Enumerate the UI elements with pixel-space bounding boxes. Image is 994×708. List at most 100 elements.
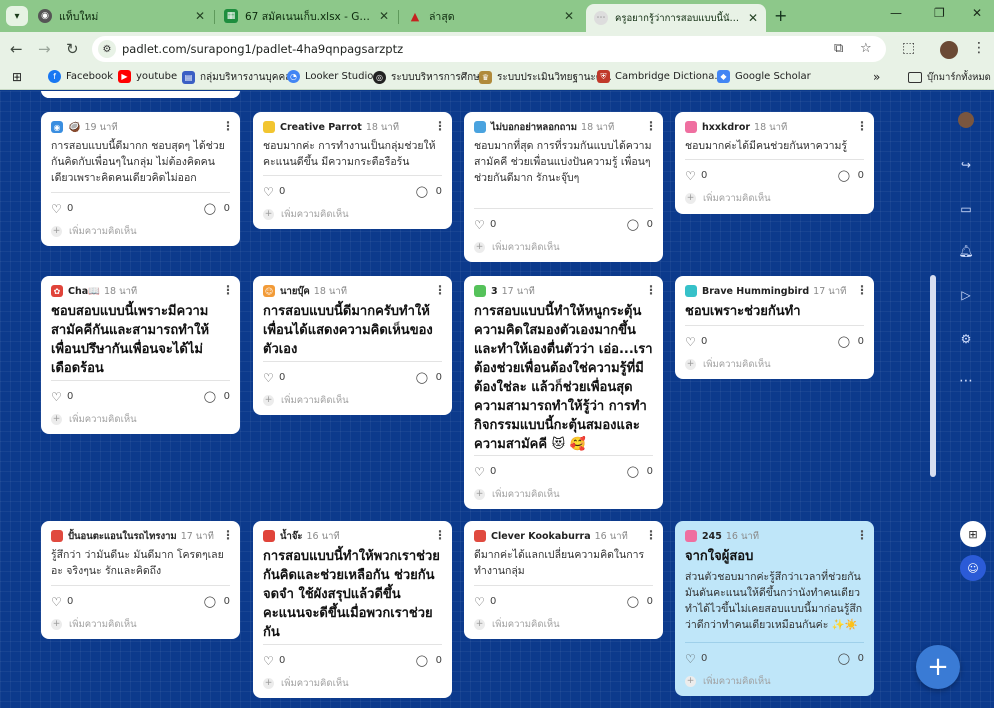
scrollbar-thumb[interactable] — [930, 275, 936, 477]
more-bookmarks-button[interactable]: » — [873, 70, 880, 84]
minimize-button[interactable]: — — [890, 6, 902, 20]
add-comment-field[interactable]: + เพิ่มความคิดเห็น — [263, 394, 442, 406]
post-card[interactable]: ไม่บอกอย่าหลอกถาม 18 นาที ⋮ ชอบมากที่สุด … — [464, 112, 663, 262]
add-comment-field[interactable]: + เพิ่มความคิดเห็น — [51, 413, 230, 425]
bookmark-hr-group[interactable]: ▤ กลุ่มบริหารงานบุคคล — [182, 70, 291, 85]
bookmark-youtube[interactable]: ▶ youtube — [118, 70, 177, 83]
close-icon[interactable]: ✕ — [195, 9, 205, 23]
comment-icon[interactable]: ◯ — [204, 595, 216, 608]
comment-icon[interactable]: ◯ — [838, 169, 850, 182]
apps-icon[interactable]: ⊞ — [12, 70, 22, 84]
post-menu-button[interactable]: ⋮ — [222, 528, 234, 542]
heart-icon[interactable]: ♡ — [474, 465, 485, 479]
comment-icon[interactable]: ◯ — [838, 652, 850, 665]
bell-icon[interactable]: 🔔︎ — [956, 241, 976, 261]
bookmark-looker-studio[interactable]: ◔ Looker Studio — [287, 70, 373, 83]
add-comment-field[interactable]: + เพิ่มความคิดเห็น — [51, 225, 230, 237]
heart-icon[interactable]: ♡ — [685, 652, 696, 666]
post-menu-button[interactable]: ⋮ — [434, 119, 446, 133]
heart-icon[interactable]: ♡ — [474, 595, 485, 609]
tab-drive-recent[interactable]: ▲ ล่าสุด ✕ — [400, 4, 582, 28]
close-icon[interactable]: ✕ — [748, 11, 758, 25]
post-card[interactable]: Brave Hummingbird 17 นาที ⋮ ชอบเพราะช่วยก… — [675, 276, 874, 379]
close-window-button[interactable]: ✕ — [972, 6, 982, 20]
heart-icon[interactable]: ♡ — [685, 335, 696, 349]
bookmark-facebook[interactable]: f Facebook — [48, 70, 113, 83]
comment-icon[interactable]: ◯ — [204, 202, 216, 215]
restore-button[interactable]: ❐ — [934, 6, 945, 20]
share-icon[interactable]: ↪ — [956, 155, 976, 175]
user-avatar[interactable] — [958, 112, 974, 128]
post-menu-button[interactable]: ⋮ — [434, 283, 446, 297]
new-tab-button[interactable]: + — [774, 6, 787, 25]
tab-google-sheets[interactable]: ▦ 67 สมัคเนนเก็บ.xlsx - Google ชีต ✕ — [216, 4, 397, 28]
reload-button[interactable]: ↻ — [66, 40, 79, 58]
bookmark-cambridge[interactable]: ⛨ Cambridge Dictiona... — [597, 70, 724, 83]
post-card[interactable]: ปั้นอนตะแอนในรถไทรงาม 17 นาที ⋮ รู้สึกว่า… — [41, 521, 240, 639]
comment-icon[interactable]: ◯ — [627, 595, 639, 608]
comment-icon[interactable]: ◯ — [416, 654, 428, 667]
bookmark-google-scholar[interactable]: ◆ Google Scholar — [717, 70, 811, 83]
all-bookmarks-button[interactable]: บุ๊กมาร์กทั้งหมด — [908, 70, 991, 85]
back-button[interactable]: ← — [10, 40, 23, 58]
post-menu-button[interactable]: ⋮ — [856, 528, 868, 542]
close-icon[interactable]: ✕ — [564, 9, 574, 23]
address-url[interactable]: padlet.com/surapong1/padlet-4ha9qnpagsar… — [122, 42, 403, 56]
comment-icon[interactable]: ◯ — [627, 465, 639, 478]
comment-icon[interactable]: ◯ — [416, 185, 428, 198]
post-card[interactable]: hxxkdror 18 นาที ⋮ ชอบมากค่ะได้มีคนช่วยกั… — [675, 112, 874, 214]
close-icon[interactable]: ✕ — [379, 9, 389, 23]
tab-new-tab[interactable]: ◉ แท็บใหม่ ✕ — [30, 4, 213, 28]
tab-padlet[interactable]: ⋯ ครูอยากรู้ว่าการสอบแบบนี้นักเรียนรู้สึ… — [586, 4, 766, 32]
comment-icon[interactable]: ◯ — [627, 218, 639, 231]
heart-icon[interactable]: ♡ — [51, 595, 62, 609]
post-menu-button[interactable]: ⋮ — [645, 528, 657, 542]
add-comment-field[interactable]: + เพิ่มความคิดเห็น — [263, 677, 442, 689]
add-comment-field[interactable]: + เพิ่มความคิดเห็น — [474, 618, 653, 630]
heart-icon[interactable]: ♡ — [51, 202, 62, 216]
post-menu-button[interactable]: ⋮ — [856, 283, 868, 297]
post-menu-button[interactable]: ⋮ — [856, 119, 868, 133]
profile-avatar[interactable] — [940, 41, 958, 59]
add-comment-field[interactable]: + เพิ่มความคิดเห็น — [474, 241, 653, 253]
add-post-button[interactable]: + — [916, 645, 960, 689]
heart-icon[interactable]: ♡ — [263, 371, 274, 385]
post-card[interactable]: Clever Kookaburra 16 นาที ⋮ ดีมากค่ะได้แล… — [464, 521, 663, 639]
post-card[interactable]: 245 16 นาที ⋮ จากใจผู้สอบ ส่วนตัวชอบมากค่… — [675, 521, 874, 696]
add-comment-field[interactable]: + เพิ่มความคิดเห็น — [685, 358, 864, 370]
more-options-icon[interactable]: ⋯ — [956, 371, 976, 391]
add-comment-field[interactable]: + เพิ่มความคิดเห็น — [474, 488, 653, 500]
apps-grid-icon[interactable]: ⊞ — [960, 521, 986, 547]
comment-icon[interactable]: ◯ — [204, 390, 216, 403]
address-bar[interactable]: ⚙ padlet.com/surapong1/padlet-4ha9qnpags… — [92, 36, 886, 62]
menu-icon[interactable]: ⋮ — [972, 40, 986, 56]
install-app-icon[interactable]: ⧉ — [834, 41, 843, 56]
post-card[interactable]: Creative Parrot 18 นาที ⋮ ชอบมากค่ะ การทำ… — [253, 112, 452, 229]
post-card-partial[interactable] — [41, 91, 240, 98]
add-comment-field[interactable]: + เพิ่มความคิดเห็น — [685, 192, 864, 204]
post-menu-button[interactable]: ⋮ — [645, 283, 657, 297]
bookmark-assessment[interactable]: ♛ ระบบประเมินวิทยฐานะดิ... — [479, 70, 612, 85]
post-card[interactable]: ☺ นายบุ๊ค 18 นาที ⋮ การสอบแบบนี้ดีมากครับท… — [253, 276, 452, 415]
settings-icon[interactable]: ⚙ — [956, 329, 976, 349]
heart-icon[interactable]: ♡ — [474, 218, 485, 232]
bookmark-star-icon[interactable]: ☆ — [860, 41, 872, 56]
heart-icon[interactable]: ♡ — [263, 654, 274, 668]
post-menu-button[interactable]: ⋮ — [434, 528, 446, 542]
forward-button[interactable]: → — [38, 40, 51, 58]
add-comment-field[interactable]: + เพิ่มความคิดเห็น — [685, 675, 864, 687]
add-comment-field[interactable]: + เพิ่มความคิดเห็น — [51, 618, 230, 630]
post-card[interactable]: ◉ 🥥 19 นาที ⋮ การสอบแบบนี้ดีมากก ชอบสุดๆ ไ… — [41, 112, 240, 246]
heart-icon[interactable]: ♡ — [51, 390, 62, 404]
heart-icon[interactable]: ♡ — [263, 185, 274, 199]
bookmark-edu-system[interactable]: ◎ ระบบบริหารการศึกษา — [373, 70, 485, 85]
play-icon[interactable]: ▷ — [956, 285, 976, 305]
post-menu-button[interactable]: ⋮ — [222, 283, 234, 297]
post-card[interactable]: 3 17 นาที ⋮ การสอบแบบนี้ทำให้หนูกระตุ้นคว… — [464, 276, 663, 509]
heart-icon[interactable]: ♡ — [685, 169, 696, 183]
slideshow-icon[interactable]: ▭ — [956, 199, 976, 219]
post-menu-button[interactable]: ⋮ — [222, 119, 234, 133]
comment-icon[interactable]: ◯ — [838, 335, 850, 348]
post-card[interactable]: ✿ Cha📖 18 นาที ⋮ ชอบสอบแบบนี้เพราะมีความสา… — [41, 276, 240, 434]
site-info-icon[interactable]: ⚙ — [98, 40, 116, 58]
